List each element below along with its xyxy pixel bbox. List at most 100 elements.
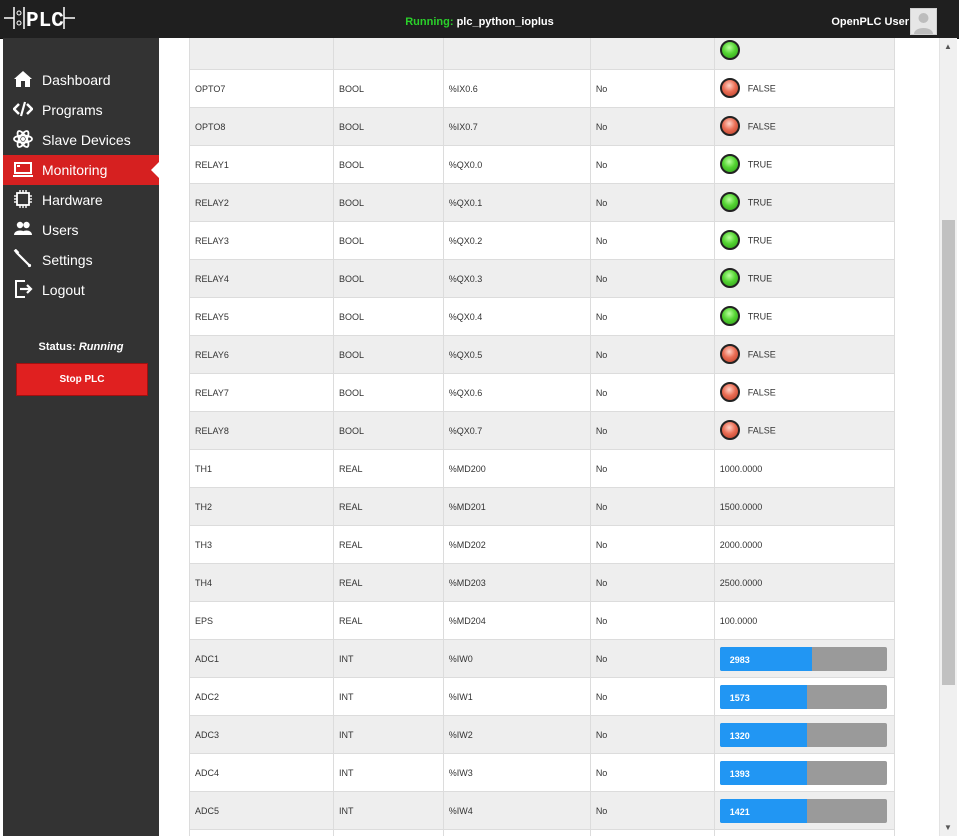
cell-type: BOOL — [333, 373, 444, 412]
table-row[interactable]: ADC2 INT %IW1 No 1573 — [188, 677, 896, 716]
sidebar-nav: Dashboard Programs Slave Devices Monitoring… — [3, 65, 159, 305]
led-on-icon — [719, 191, 740, 212]
scrollbar-thumb[interactable] — [942, 220, 955, 685]
cell-name: ADC1 — [188, 639, 335, 678]
value-progress-bar: 2983 — [719, 646, 887, 671]
cell-type: INT — [333, 715, 444, 754]
cell-forced: No — [589, 335, 715, 374]
cell-forced: No — [589, 297, 715, 336]
table-row[interactable]: RELAY2 BOOL %QX0.1 No TRUE — [188, 183, 896, 222]
cell-location: %IW5 — [442, 829, 591, 836]
cell-name: RELAY3 — [188, 221, 335, 260]
sidebar-item-settings[interactable]: Settings — [3, 245, 159, 275]
value-text: 2983 — [729, 654, 750, 665]
cell-location: %MD201 — [442, 487, 591, 526]
cell-location: %QX0.7 — [442, 411, 591, 450]
cell-value: 1393 — [713, 753, 896, 792]
sidebar-item-monitoring[interactable]: Monitoring — [3, 155, 159, 185]
cell-location: %QX0.5 — [442, 335, 591, 374]
table-row[interactable]: OPTO7 BOOL %IX0.6 No FALSE — [188, 69, 896, 108]
sidebar-item-label: Monitoring — [42, 162, 108, 178]
sidebar-item-dashboard[interactable]: Dashboard — [3, 65, 159, 95]
sidebar-item-label: Slave Devices — [42, 132, 131, 148]
value-progress-bar: 1573 — [719, 684, 887, 709]
sidebar-item-programs[interactable]: Programs — [3, 95, 159, 125]
cell-value: FALSE — [713, 107, 896, 146]
value-text: FALSE — [747, 120, 776, 131]
cell-type — [333, 38, 444, 70]
table-row[interactable]: EPS REAL %MD204 No 100.0000 — [188, 601, 896, 640]
cell-forced: No — [589, 601, 715, 640]
cell-type: INT — [333, 677, 444, 716]
value-text: 1421 — [729, 806, 750, 817]
table-row[interactable]: TH1 REAL %MD200 No 1000.0000 — [188, 449, 896, 488]
logout-icon — [13, 279, 33, 299]
value-progress-bar: 1320 — [719, 722, 887, 747]
value-text: TRUE — [747, 272, 773, 283]
cell-name: RELAY4 — [188, 259, 335, 298]
cell-value: 2983 — [713, 639, 896, 678]
cell-forced: No — [589, 715, 715, 754]
led-on-icon — [719, 39, 740, 60]
cell-forced: No — [589, 487, 715, 526]
table-row[interactable]: TH3 REAL %MD202 No 2000.0000 — [188, 525, 896, 564]
value-text: FALSE — [747, 424, 776, 435]
cell-type: BOOL — [333, 69, 444, 108]
monitor-icon — [13, 159, 33, 179]
cell-value: 1320 — [713, 715, 896, 754]
sidebar-item-slave-devices[interactable]: Slave Devices — [3, 125, 159, 155]
table-row[interactable]: ADC1 INT %IW0 No 2983 — [188, 639, 896, 678]
cell-type: BOOL — [333, 297, 444, 336]
value-text: 1500.0000 — [713, 487, 896, 526]
cell-name: ADC2 — [188, 677, 335, 716]
value-text: TRUE — [747, 234, 773, 245]
stop-plc-button[interactable]: Stop PLC — [16, 363, 148, 396]
table-row[interactable]: ADC4 INT %IW3 No 1393 — [188, 753, 896, 792]
cell-name: TH2 — [188, 487, 335, 526]
cell-forced: No — [589, 677, 715, 716]
table-row[interactable]: RELAY8 BOOL %QX0.7 No FALSE — [188, 411, 896, 450]
page-scrollbar[interactable]: ▲ ▼ — [939, 38, 957, 836]
table-row[interactable]: RELAY5 BOOL %QX0.4 No TRUE — [188, 297, 896, 336]
scroll-down-arrow-icon[interactable]: ▼ — [944, 823, 952, 832]
table-row[interactable]: TH4 REAL %MD203 No 2500.0000 — [188, 563, 896, 602]
cell-value: TRUE — [713, 259, 896, 298]
table-row[interactable]: RELAY7 BOOL %QX0.6 No FALSE — [188, 373, 896, 412]
cell-name: ADC6 — [188, 829, 335, 836]
table-row[interactable]: ADC3 INT %IW2 No 1320 — [188, 715, 896, 754]
cell-value: FALSE — [713, 335, 896, 374]
cell-location: %IX0.7 — [442, 107, 591, 146]
value-progress-bar: 1393 — [719, 760, 887, 785]
avatar[interactable] — [910, 8, 937, 35]
value-text: 1000.0000 — [713, 449, 896, 488]
cell-name: TH4 — [188, 563, 335, 602]
run-status-label: Running: — [405, 16, 454, 28]
value-text: FALSE — [747, 348, 776, 359]
cell-forced: No — [589, 525, 715, 564]
cell-type: INT — [333, 753, 444, 792]
table-row[interactable]: RELAY3 BOOL %QX0.2 No TRUE — [188, 221, 896, 260]
sidebar-item-label: Hardware — [42, 192, 103, 208]
cell-value: TRUE — [713, 221, 896, 260]
users-icon — [13, 219, 33, 239]
program-name: plc_python_ioplus — [456, 16, 554, 28]
cell-forced: No — [589, 373, 715, 412]
table-row[interactable] — [188, 38, 896, 70]
table-row[interactable]: RELAY1 BOOL %QX0.0 No TRUE — [188, 145, 896, 184]
sidebar-item-users[interactable]: Users — [3, 215, 159, 245]
table-row[interactable]: RELAY4 BOOL %QX0.3 No TRUE — [188, 259, 896, 298]
table-row[interactable]: ADC6INT%IW5No1436 — [188, 829, 896, 836]
table-row[interactable]: ADC5 INT %IW4 No 1421 — [188, 791, 896, 830]
table-row[interactable]: RELAY6 BOOL %QX0.5 No FALSE — [188, 335, 896, 374]
sidebar: Dashboard Programs Slave Devices Monitoring… — [3, 38, 159, 836]
sidebar-item-logout[interactable]: Logout — [3, 275, 159, 305]
value-text: 2500.0000 — [713, 563, 896, 602]
cell-type: BOOL — [333, 411, 444, 450]
table-row[interactable]: OPTO8 BOOL %IX0.7 No FALSE — [188, 107, 896, 146]
scroll-up-arrow-icon[interactable]: ▲ — [944, 42, 952, 51]
cell-forced: No — [589, 639, 715, 678]
sidebar-item-hardware[interactable]: Hardware — [3, 185, 159, 215]
value-text: FALSE — [747, 82, 776, 93]
led-off-icon — [719, 343, 740, 364]
table-row[interactable]: TH2 REAL %MD201 No 1500.0000 — [188, 487, 896, 526]
